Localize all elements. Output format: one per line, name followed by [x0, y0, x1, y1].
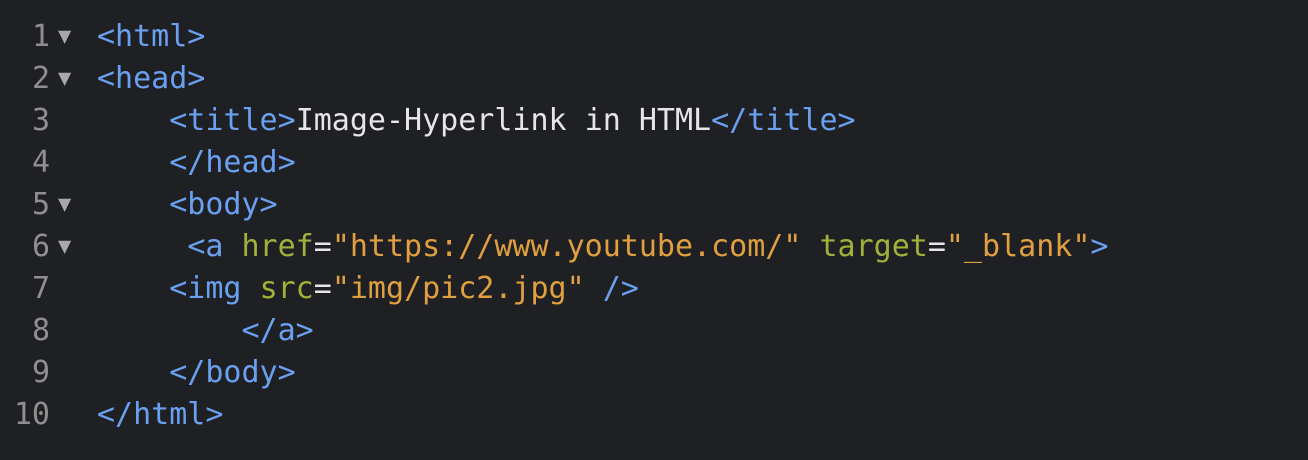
- code-content: <a href="https://www.youtube.com/" targe…: [97, 226, 1108, 268]
- token-tag: <head>: [97, 61, 206, 96]
- line-number: 8: [31, 313, 50, 348]
- line-number: 3: [31, 103, 50, 138]
- token-eq: =: [313, 271, 332, 306]
- token-tag: <title>: [169, 103, 296, 138]
- line-number: 9: [31, 355, 50, 390]
- token-tag: </head>: [169, 145, 296, 180]
- line-number: 5: [31, 187, 50, 222]
- code-content: <img src="img/pic2.jpg" />: [97, 268, 639, 310]
- code-line[interactable]: 1 ▼ <html>: [0, 16, 1308, 58]
- token-eq: =: [927, 229, 946, 264]
- token-tag: <img: [169, 271, 260, 306]
- token-attr: src: [259, 271, 314, 306]
- line-number: 2: [31, 61, 50, 96]
- token-str: "img/pic2.jpg": [331, 271, 585, 306]
- triangle-down-icon[interactable]: ▼: [58, 226, 78, 268]
- line-number: 4: [31, 145, 50, 180]
- token-tag: </body>: [169, 355, 296, 390]
- line-number: 10: [13, 397, 50, 432]
- token-tag: >: [1090, 229, 1109, 264]
- triangle-down-icon[interactable]: ▼: [58, 58, 78, 100]
- line-number: 7: [31, 271, 50, 306]
- token-str: "_blank": [945, 229, 1091, 264]
- token-txt: Image-Hyperlink in HTML: [295, 103, 712, 138]
- code-line[interactable]: 10 </html>: [0, 394, 1308, 436]
- code-content: <title>Image-Hyperlink in HTML</title>: [97, 100, 856, 142]
- token-tag: <body>: [169, 187, 278, 222]
- token-eq: =: [313, 229, 332, 264]
- line-number: 1: [31, 19, 50, 54]
- code-line[interactable]: 7 <img src="img/pic2.jpg" />: [0, 268, 1308, 310]
- token-tag: <html>: [97, 19, 206, 54]
- token-attr: href: [241, 229, 314, 264]
- code-content: <head>: [97, 58, 205, 100]
- code-line[interactable]: 3 <title>Image-Hyperlink in HTML</title>: [0, 100, 1308, 142]
- code-editor[interactable]: 1 ▼ <html> 2 ▼ <head> 3 <title>Image-Hyperlink…: [0, 0, 1308, 460]
- code-content: <html>: [97, 16, 205, 58]
- token-tag: <a: [187, 229, 242, 264]
- token-attr: target: [819, 229, 928, 264]
- code-content: <body>: [97, 184, 278, 226]
- token-str: "https://www.youtube.com/": [331, 229, 802, 264]
- code-content: </head>: [97, 142, 296, 184]
- token-tag: </a>: [241, 313, 314, 348]
- code-line[interactable]: 5 ▼ <body>: [0, 184, 1308, 226]
- token-tag: />: [602, 271, 639, 306]
- code-content: </body>: [97, 352, 296, 394]
- triangle-down-icon[interactable]: ▼: [58, 184, 78, 226]
- triangle-down-icon[interactable]: ▼: [58, 16, 78, 58]
- code-line[interactable]: 6 ▼ <a href="https://www.youtube.com/" ta…: [0, 226, 1308, 268]
- line-number: 6: [31, 229, 50, 264]
- token-tag: </html>: [97, 397, 224, 432]
- code-line[interactable]: 8 </a>: [0, 310, 1308, 352]
- token-tag: </title>: [711, 103, 856, 138]
- code-content: </html>: [97, 394, 223, 436]
- code-line[interactable]: 9 </body>: [0, 352, 1308, 394]
- code-line[interactable]: 4 </head>: [0, 142, 1308, 184]
- code-line[interactable]: 2 ▼ <head>: [0, 58, 1308, 100]
- code-content: </a>: [97, 310, 314, 352]
